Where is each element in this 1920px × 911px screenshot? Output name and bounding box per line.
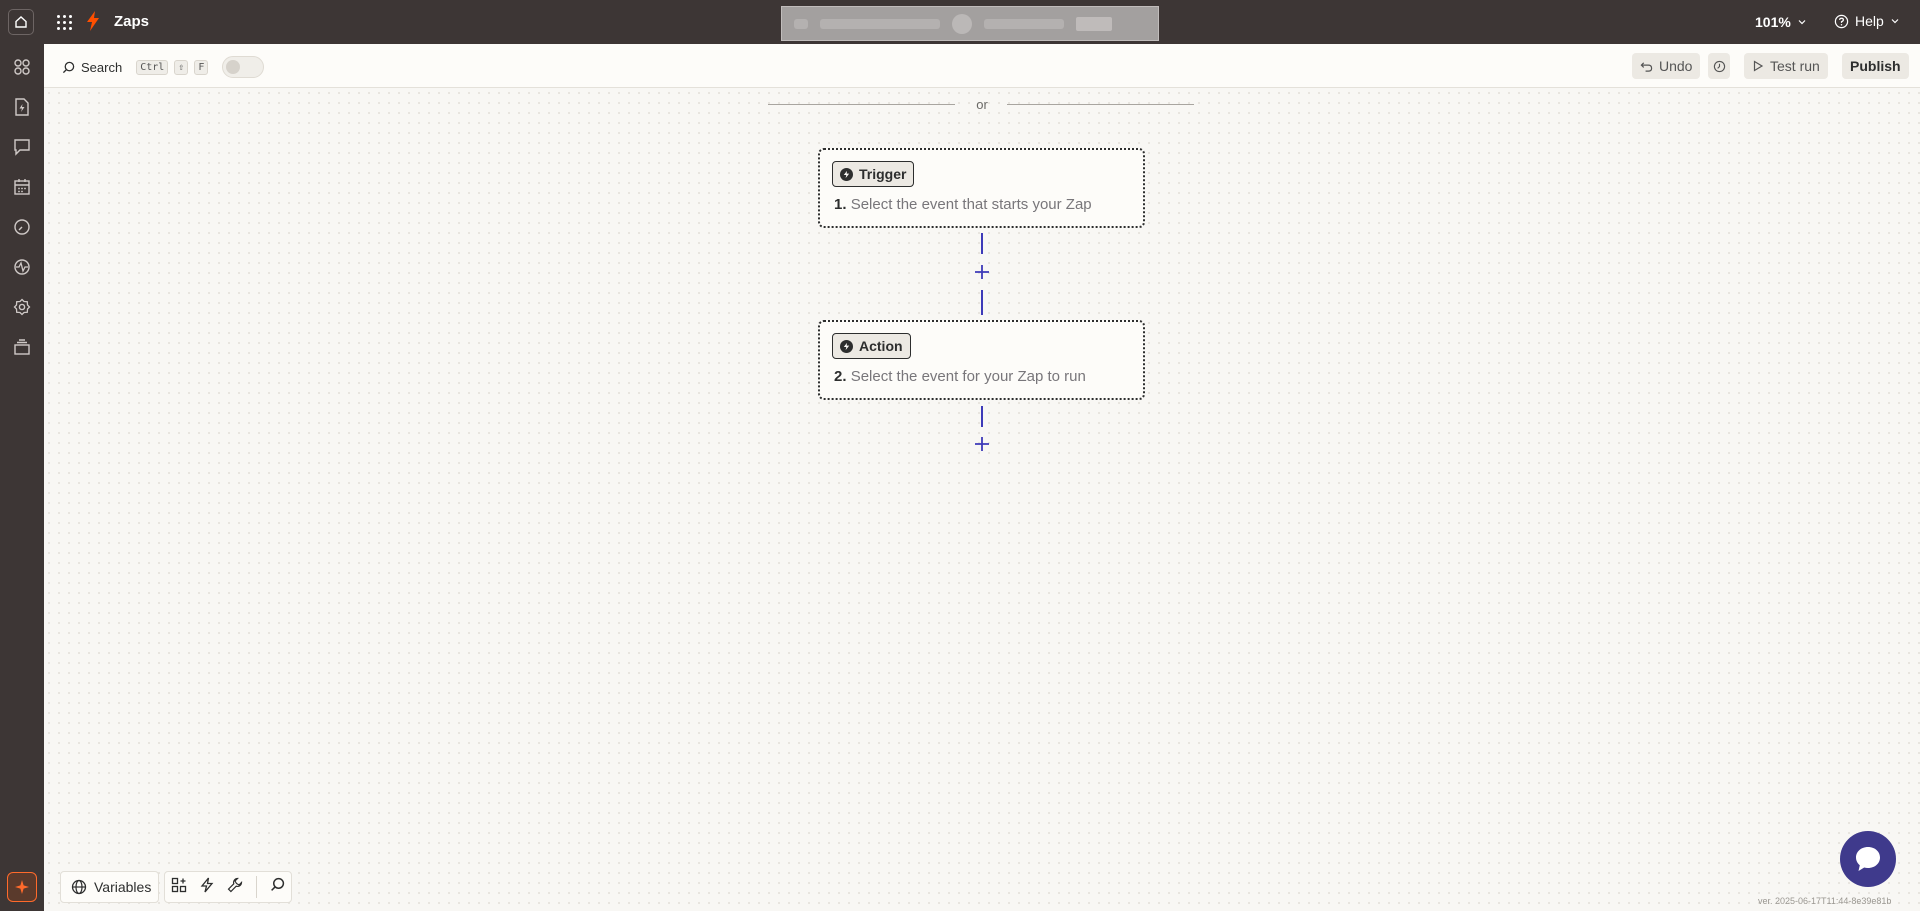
search-button[interactable]: Search Ctrl ⇧ F xyxy=(62,56,265,78)
settings-icon[interactable] xyxy=(12,297,32,317)
app-switcher-button[interactable] xyxy=(55,13,73,31)
help-dropdown[interactable]: Help xyxy=(1834,13,1900,29)
version-history-button[interactable] xyxy=(1708,53,1730,79)
trigger-step-number: 1. xyxy=(834,196,847,213)
draft-badge xyxy=(1076,16,1112,31)
wrench-icon xyxy=(227,877,243,892)
version-label: ver. 2025-06-17T11:44-8e39e81b xyxy=(1758,896,1892,906)
canvas-tools xyxy=(164,871,292,903)
apps-icon[interactable] xyxy=(12,57,32,77)
test-run-label: Test run xyxy=(1770,58,1820,74)
connector-line xyxy=(981,233,983,254)
plus-icon xyxy=(975,265,989,279)
left-sidebar xyxy=(0,44,44,911)
view-toggle[interactable] xyxy=(222,56,265,78)
top-bar: Zaps 101% Help xyxy=(0,0,1920,44)
canvas-search-button[interactable] xyxy=(270,877,285,897)
plus-icon xyxy=(975,437,989,451)
test-run-button[interactable]: Test run xyxy=(1744,53,1828,79)
home-icon xyxy=(15,16,27,28)
add-step-button[interactable] xyxy=(973,263,991,281)
zoom-dropdown[interactable]: 101% xyxy=(1755,14,1807,30)
search-label: Search xyxy=(81,59,123,75)
connector-line xyxy=(981,290,983,315)
sparkle-icon xyxy=(15,880,29,894)
add-step-button[interactable] xyxy=(973,435,991,453)
publish-button[interactable]: Publish xyxy=(1842,53,1909,79)
shortcut-key-f: F xyxy=(194,59,209,75)
action-step-card[interactable]: Action 2. Select the event for your Zap … xyxy=(818,320,1145,400)
action-pill-label: Action xyxy=(859,338,903,354)
globe-icon xyxy=(71,879,87,895)
variables-label: Variables xyxy=(94,879,152,895)
calendar-icon[interactable] xyxy=(12,177,32,197)
chevron-down-icon xyxy=(1891,19,1899,24)
ai-copilot-button[interactable] xyxy=(7,872,37,902)
add-app-button[interactable] xyxy=(171,877,187,898)
action-pill: Action xyxy=(832,333,911,359)
chat-bubble-icon xyxy=(1856,847,1880,871)
undo-label: Undo xyxy=(1659,58,1693,74)
divider-left xyxy=(768,104,955,105)
connector-line xyxy=(981,406,983,427)
trigger-step-card[interactable]: Trigger 1. Select the event that starts … xyxy=(818,148,1145,228)
tools-separator xyxy=(255,876,257,898)
bolt-icon xyxy=(200,877,214,892)
divider-right xyxy=(1007,104,1194,105)
home-button[interactable] xyxy=(8,9,34,35)
search-icon xyxy=(270,877,284,891)
undo-icon xyxy=(1640,61,1653,72)
app-avatar-icon xyxy=(952,13,972,34)
action-icon xyxy=(840,339,853,353)
zap-file-icon[interactable] xyxy=(12,97,32,117)
action-description: 2. Select the event for your Zap to run xyxy=(834,368,1086,385)
chat-icon[interactable] xyxy=(12,137,32,157)
zap-name-field[interactable] xyxy=(781,6,1159,41)
zap-tool-button[interactable] xyxy=(200,877,214,898)
publish-label: Publish xyxy=(1850,58,1901,74)
help-label: Help xyxy=(1855,13,1884,29)
tools-button[interactable] xyxy=(227,877,243,898)
zoom-level: 101% xyxy=(1755,14,1791,30)
app-title: Zaps xyxy=(114,13,150,30)
chevron-down-icon xyxy=(1798,20,1806,25)
grid-add-icon xyxy=(172,877,187,892)
trigger-pill: Trigger xyxy=(832,161,915,187)
trigger-pill-label: Trigger xyxy=(859,166,907,182)
action-step-number: 2. xyxy=(834,368,847,385)
action-description-text: Select the event for your Zap to run xyxy=(850,368,1086,385)
variables-button[interactable]: Variables xyxy=(60,871,159,903)
history-icon[interactable] xyxy=(12,217,32,237)
history-icon xyxy=(1713,60,1725,72)
undo-button[interactable]: Undo xyxy=(1632,53,1701,79)
layers-icon[interactable] xyxy=(12,337,32,357)
play-icon xyxy=(1753,60,1764,72)
support-chat-button[interactable] xyxy=(1840,831,1896,887)
zap-bolt-icon xyxy=(87,11,99,31)
trigger-icon xyxy=(840,167,853,181)
trigger-description: 1. Select the event that starts your Zap xyxy=(834,196,1092,213)
or-label: or xyxy=(976,97,988,112)
editor-toolbar: Search Ctrl ⇧ F Undo Test run Publish xyxy=(44,44,1920,88)
activity-icon[interactable] xyxy=(12,257,32,277)
trigger-description-text: Select the event that starts your Zap xyxy=(850,196,1092,213)
help-icon xyxy=(1834,14,1849,28)
search-icon xyxy=(62,61,75,73)
shortcut-key-shift: ⇧ xyxy=(174,59,189,75)
shortcut-key-ctrl: Ctrl xyxy=(136,59,169,75)
